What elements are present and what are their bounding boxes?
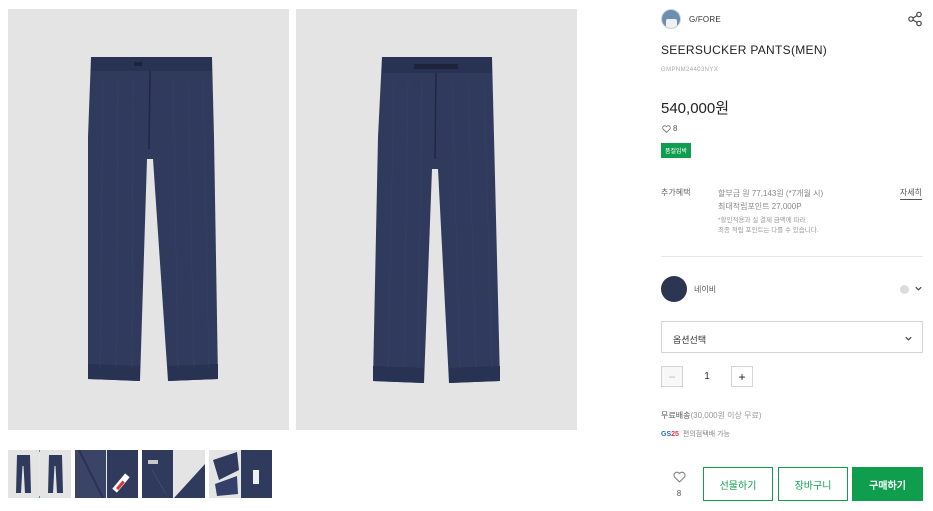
wishlist-count: 8 — [676, 489, 682, 498]
share-icon[interactable] — [907, 11, 923, 27]
divider — [661, 256, 923, 257]
add-to-cart-button[interactable]: 장바구니 — [778, 467, 848, 501]
benefit-note: *할인적용과 실 결제 금액에 따라 최종 적립 포인트는 다를 수 있습니다. — [718, 216, 888, 236]
gs25-logo-icon: GS25 — [661, 431, 679, 438]
gift-button[interactable]: 선물하기 — [703, 467, 773, 501]
color-swatch-navy[interactable] — [661, 276, 687, 302]
installment-text: 할부금 원 77,143원 (*7개월 시) — [718, 189, 824, 198]
benefit-detail-link[interactable]: 자세히 — [899, 187, 922, 200]
product-image-back — [296, 9, 577, 430]
thumbnail-2[interactable] — [75, 450, 138, 498]
points-text: 최대적립포인트 27,000P — [718, 202, 802, 211]
wishlist-button[interactable]: 8 — [669, 470, 689, 498]
color-name: 네이비 — [694, 285, 717, 294]
shipping-detail: (30,000원 이상 무료) — [690, 411, 762, 420]
benefit-note-line-2: 최종 적립 포인트는 다를 수 있습니다. — [718, 227, 819, 234]
quantity-decrease-button[interactable]: − — [661, 366, 683, 387]
thumbnail-4[interactable] — [209, 450, 272, 498]
brand-row[interactable]: G/FORE — [661, 9, 721, 29]
thumbnail-strip — [8, 450, 272, 498]
quantity-increase-button[interactable]: + — [731, 366, 753, 387]
like-count: 8 — [662, 124, 677, 133]
pickup-text: 편의점택배 가능 — [682, 431, 730, 438]
option-select-label: 옵션선택 — [673, 335, 707, 345]
heart-icon — [672, 471, 686, 483]
chevron-down-icon — [905, 336, 912, 341]
gs25-logo-a: GS — [661, 430, 672, 438]
brand-name: G/FORE — [689, 14, 721, 24]
option-select[interactable]: 옵션선택 — [661, 321, 923, 353]
product-code: GMPNM24403NYX — [661, 67, 719, 73]
benefit-details: 할부금 원 77,143원 (*7개월 시) 최대적립포인트 27,000P — [718, 187, 823, 213]
product-price: 540,000원 — [661, 100, 730, 117]
thumbnail-3[interactable] — [142, 450, 205, 498]
chevron-down-icon[interactable] — [914, 284, 923, 293]
benefit-label: 추가혜택 — [661, 188, 691, 197]
thumbnail-1[interactable] — [8, 450, 71, 498]
pickup-info: GS25 편의점택배 가능 — [661, 429, 730, 439]
gs25-logo-b: 25 — [671, 430, 679, 438]
shipping-prefix: 무료배송 — [661, 411, 691, 420]
benefit-note-line-1: *할인적용과 실 결제 금액에 따라 — [718, 217, 806, 224]
color-indicator-dot — [900, 285, 909, 294]
brand-logo-icon — [661, 9, 681, 29]
color-selector[interactable]: 네이비 — [661, 276, 923, 302]
like-count-value: 8 — [673, 124, 678, 133]
buy-now-button[interactable]: 구매하기 — [852, 467, 923, 501]
quantity-value[interactable]: 1 — [683, 371, 731, 382]
quantity-stepper: − 1 + — [661, 366, 753, 387]
status-badge: 품절임박 — [661, 143, 692, 158]
shipping-info: 무료배송(30,000원 이상 무료) — [661, 410, 762, 421]
action-bar: 8 선물하기 장바구니 구매하기 — [661, 467, 923, 501]
product-title: SEERSUCKER PANTS(MEN) — [661, 43, 828, 57]
heart-icon — [662, 124, 671, 133]
product-info-panel: G/FORE SEERSUCKER PANTS(MEN) GMPNM24403N… — [661, 0, 923, 511]
product-image-front — [8, 9, 289, 430]
